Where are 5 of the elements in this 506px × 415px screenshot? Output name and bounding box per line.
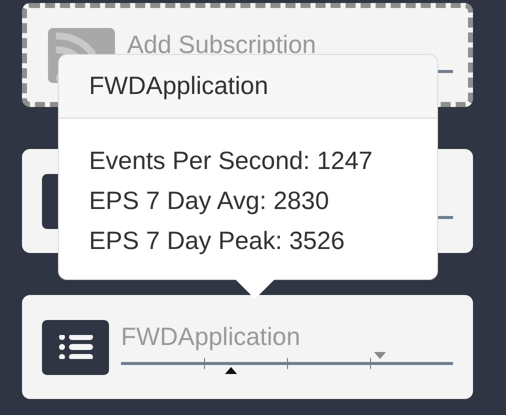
- stat-line: EPS 7 Day Peak: 3526: [89, 226, 346, 257]
- stat-line: EPS 7 Day Avg: 2830: [89, 186, 330, 217]
- subscription-title: FWDApplication: [121, 322, 302, 352]
- popover-title: FWDApplication: [59, 55, 437, 119]
- stat-line: Events Per Second: 1247: [89, 146, 374, 177]
